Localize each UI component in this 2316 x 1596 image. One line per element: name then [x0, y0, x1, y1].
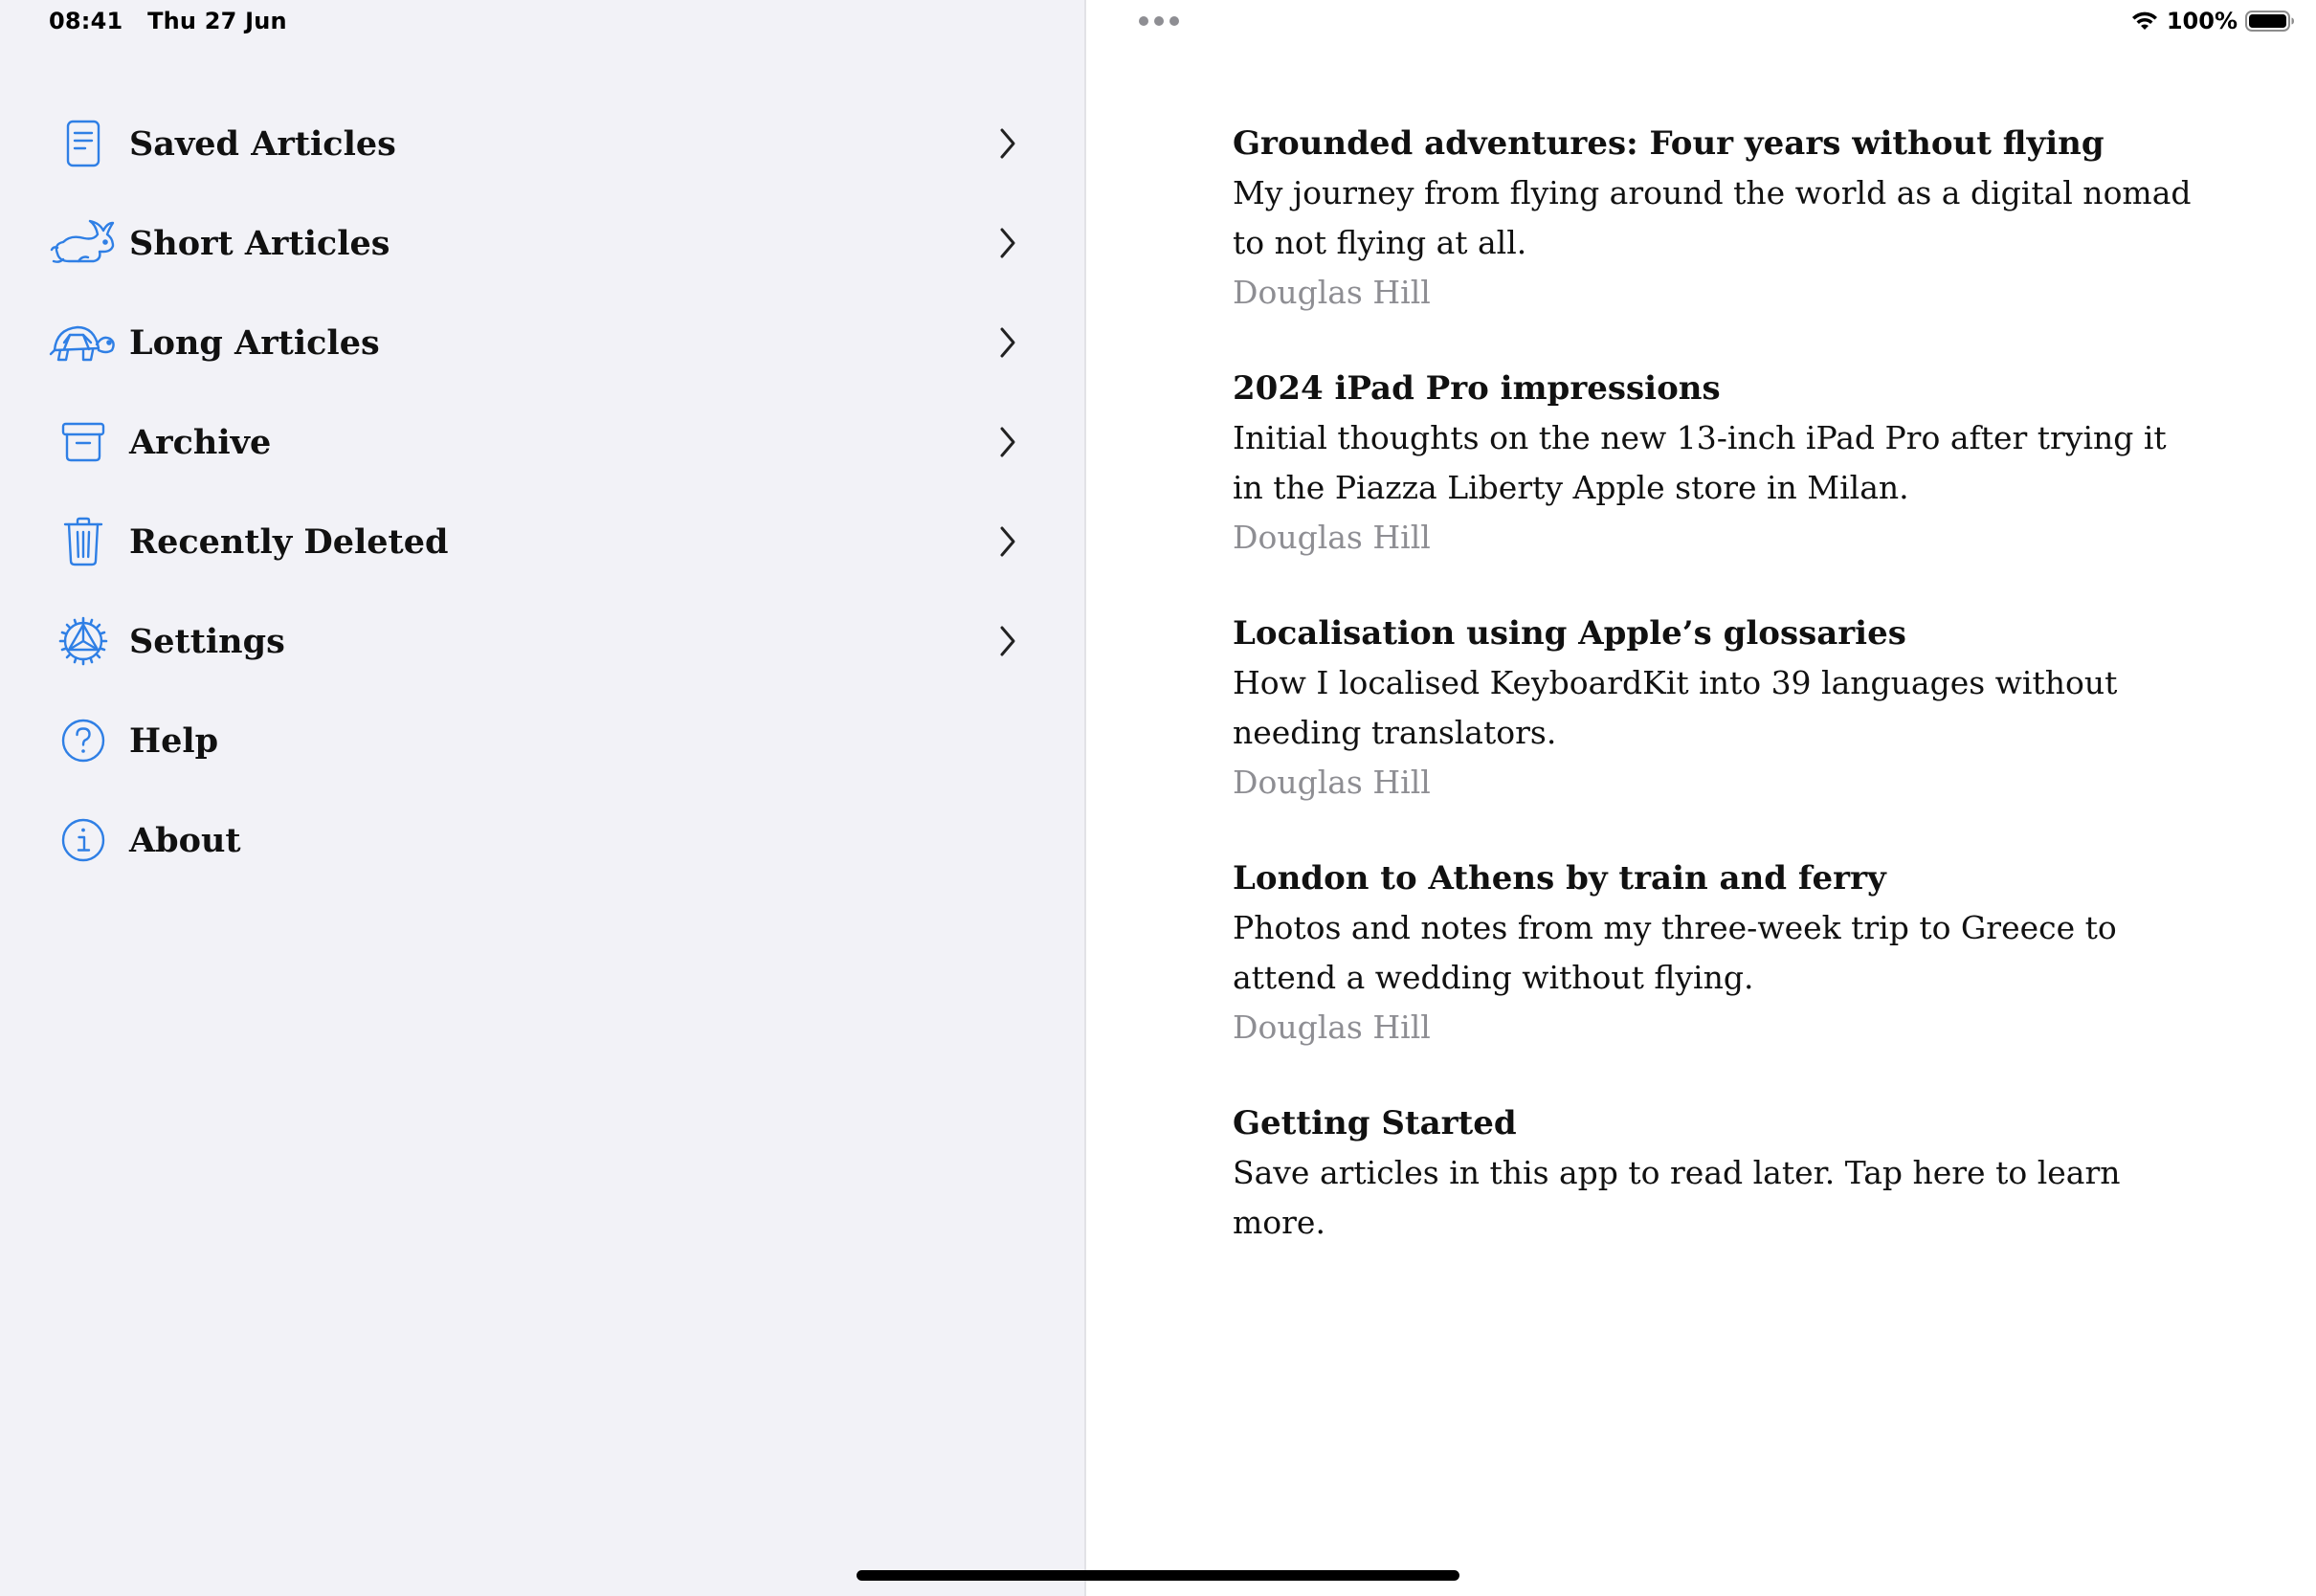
article-title: Getting Started: [1233, 1104, 1517, 1142]
sidebar-item-short-articles[interactable]: Short Articles: [0, 193, 1086, 293]
sidebar-item-about[interactable]: About: [0, 790, 1086, 890]
chevron-right-icon: [993, 423, 1022, 461]
article-author: Douglas Hill: [1233, 1009, 1431, 1046]
sidebar: Saved Articles Short Articles Long Artic…: [0, 0, 1086, 1596]
article-title: Grounded adventures: Four years without …: [1233, 124, 2104, 163]
tortoise-icon: [48, 316, 119, 369]
sidebar-item-label: Saved Articles: [129, 123, 396, 164]
article-list: Grounded adventures: Four years without …: [1233, 119, 2199, 1294]
sidebar-item-settings[interactable]: Settings: [0, 591, 1086, 691]
sidebar-item-archive[interactable]: Archive: [0, 392, 1086, 492]
chevron-right-icon: [993, 323, 1022, 362]
article-title: London to Athens by train and ferry: [1233, 859, 1886, 898]
sidebar-item-label: Recently Deleted: [129, 521, 449, 562]
chevron-right-icon: [993, 124, 1022, 163]
article-row[interactable]: Grounded adventures: Four years without …: [1233, 119, 2199, 318]
chevron-right-icon: [993, 522, 1022, 561]
article-row[interactable]: 2024 iPad Pro impressions Initial though…: [1233, 364, 2199, 563]
article-author: Douglas Hill: [1233, 274, 1431, 311]
sidebar-item-label: Long Articles: [129, 322, 380, 363]
sidebar-item-long-articles[interactable]: Long Articles: [0, 293, 1086, 392]
article-summary: Save articles in this app to read later.…: [1233, 1154, 2121, 1241]
article-title: Localisation using Apple’s glossaries: [1233, 614, 1906, 653]
article-title: 2024 iPad Pro impressions: [1233, 369, 1721, 408]
archive-box-icon: [48, 415, 119, 469]
sidebar-item-label: Short Articles: [129, 223, 390, 263]
article-author: Douglas Hill: [1233, 519, 1431, 556]
article-summary: Initial thoughts on the new 13-inch iPad…: [1233, 419, 2167, 506]
gear-icon: [48, 614, 119, 668]
article-list-pane: Grounded adventures: Four years without …: [1088, 0, 2316, 1596]
sidebar-item-label: About: [129, 820, 241, 860]
sidebar-item-label: Archive: [129, 422, 272, 462]
sidebar-list: Saved Articles Short Articles Long Artic…: [0, 94, 1086, 890]
document-icon: [48, 117, 119, 170]
chevron-right-icon: [993, 622, 1022, 660]
article-summary: Photos and notes from my three-week trip…: [1233, 909, 2117, 996]
article-row[interactable]: London to Athens by train and ferry Phot…: [1233, 853, 2199, 1053]
sidebar-item-recently-deleted[interactable]: Recently Deleted: [0, 492, 1086, 591]
info-circle-icon: [48, 813, 119, 867]
sidebar-item-label: Settings: [129, 621, 285, 661]
sidebar-item-help[interactable]: Help: [0, 691, 1086, 790]
article-row[interactable]: Getting Started Save articles in this ap…: [1233, 1098, 2199, 1248]
article-author: Douglas Hill: [1233, 764, 1431, 801]
rabbit-icon: [48, 216, 119, 270]
chevron-right-icon: [993, 224, 1022, 262]
home-indicator[interactable]: [857, 1570, 1459, 1581]
sidebar-item-label: Help: [129, 720, 219, 761]
trash-icon: [48, 515, 119, 568]
sidebar-item-saved-articles[interactable]: Saved Articles: [0, 94, 1086, 193]
article-summary: How I localised KeyboardKit into 39 lang…: [1233, 664, 2118, 751]
article-summary: My journey from flying around the world …: [1233, 174, 2192, 261]
question-circle-icon: [48, 714, 119, 767]
article-row[interactable]: Localisation using Apple’s glossaries Ho…: [1233, 609, 2199, 808]
